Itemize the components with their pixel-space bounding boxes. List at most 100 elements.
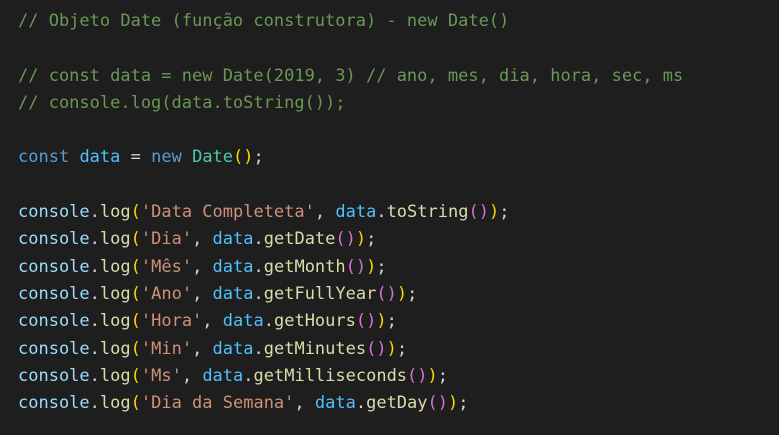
code-token-plain: =: [120, 147, 152, 168]
code-token-plain: .: [263, 311, 274, 332]
code-token-bracket-1: (: [130, 256, 141, 277]
code-token-plain: ;: [376, 256, 387, 277]
code-token-object: console: [18, 338, 90, 359]
code-editor[interactable]: // Objeto Date (função construtora) - ne…: [0, 0, 779, 435]
code-token-bracket-2: (): [335, 229, 356, 250]
code-token-plain: ,: [314, 202, 336, 223]
code-token-variable: data: [212, 338, 254, 359]
code-token-plain: .: [253, 338, 264, 359]
code-token-bracket-2: (): [366, 338, 387, 359]
code-token-function: getHours: [273, 311, 356, 332]
code-token-function: log: [99, 311, 131, 332]
code-line: console.log('Hora', data.getHours());: [18, 308, 779, 335]
code-token-bracket-1: ): [427, 365, 438, 386]
code-token-bracket-2: (): [345, 256, 367, 277]
code-token-variable: data: [212, 229, 254, 250]
code-token-plain: .: [89, 393, 100, 414]
code-token-variable: data: [79, 147, 121, 168]
code-token-plain: .: [253, 256, 264, 277]
code-token-bracket-1: ): [386, 338, 397, 359]
code-line: // const data = new Date(2019, 3) // ano…: [18, 63, 779, 90]
code-token-bracket-2: (): [407, 365, 428, 386]
code-token-object: console: [18, 283, 90, 304]
code-token-keyword: const: [18, 147, 70, 168]
code-token-bracket-1: (: [130, 229, 141, 250]
code-token-plain: .: [89, 311, 100, 332]
code-token-keyword: new: [151, 147, 182, 168]
code-token-plain: .: [89, 283, 100, 304]
code-token-comment: // const data = new Date(2019, 3) // ano…: [18, 65, 684, 86]
code-token-plain: ;: [437, 365, 449, 386]
code-token-function: toString: [386, 202, 469, 223]
code-token-bracket-1: (: [130, 365, 141, 386]
code-token-plain: ,: [181, 365, 203, 386]
code-token-bracket-1: (: [130, 202, 141, 223]
code-token-string: 'Hora': [140, 311, 203, 332]
code-token-bracket-1: ): [488, 202, 500, 223]
code-token-object: console: [18, 311, 90, 332]
code-token-plain: ;: [253, 147, 264, 168]
code-token-plain: ,: [202, 311, 223, 332]
code-token-object: console: [18, 256, 90, 277]
code-token-class: Date: [192, 147, 234, 168]
code-line: console.log('Mês', data.getMonth());: [18, 254, 779, 281]
code-token-function: getFullYear: [263, 283, 377, 304]
code-token-plain: .: [89, 256, 100, 277]
code-token-plain: .: [243, 365, 254, 386]
code-token-function: log: [99, 202, 131, 223]
code-token-object: console: [18, 202, 90, 223]
code-token-function: log: [99, 393, 131, 414]
code-token-plain: ;: [458, 393, 469, 414]
code-token-bracket-1: ): [355, 229, 367, 250]
code-token-variable: data: [212, 283, 254, 304]
code-token-plain: ,: [192, 338, 213, 359]
code-token-object: console: [18, 365, 90, 386]
code-token-bracket-2: (): [468, 202, 489, 223]
code-token-plain: .: [89, 229, 100, 250]
code-token-plain: .: [355, 393, 367, 414]
code-token-variable: data: [212, 256, 254, 277]
code-token-bracket-1: ): [366, 256, 377, 277]
code-token-string: 'Ms': [140, 365, 182, 386]
code-token-variable: data: [222, 311, 264, 332]
code-line: console.log('Data Completeta', data.toSt…: [18, 199, 779, 226]
code-token-variable: data: [335, 202, 377, 223]
code-line: const data = new Date();: [18, 144, 779, 171]
code-token-bracket-1: ): [396, 283, 408, 304]
code-token-plain: ;: [366, 229, 377, 250]
code-token-object: console: [18, 393, 90, 414]
code-line: console.log('Dia da Semana', data.getDay…: [18, 390, 779, 417]
code-token-bracket-1: (): [233, 147, 254, 168]
code-token-function: log: [99, 365, 131, 386]
code-token-function: log: [99, 229, 131, 250]
code-token-bracket-1: (: [130, 393, 141, 414]
code-token-bracket-2: (): [355, 311, 377, 332]
code-line: console.log('Min', data.getMinutes());: [18, 336, 779, 363]
code-token-bracket-2: (): [376, 283, 397, 304]
code-token-object: console: [18, 229, 90, 250]
code-token-function: log: [99, 283, 131, 304]
code-token-bracket-1: (: [130, 283, 141, 304]
code-token-plain: ,: [192, 229, 213, 250]
code-token-plain: ;: [396, 338, 408, 359]
code-token-plain: .: [89, 365, 100, 386]
code-token-plain: ;: [407, 283, 418, 304]
code-token-plain: .: [253, 283, 264, 304]
code-token-plain: ,: [294, 393, 315, 414]
code-token-function: log: [99, 338, 131, 359]
code-token-bracket-1: ): [448, 393, 459, 414]
code-token-string: 'Ano': [140, 283, 193, 304]
code-token-plain: .: [376, 202, 387, 223]
code-token-plain: .: [89, 338, 100, 359]
code-token-function: getDay: [366, 393, 428, 414]
code-line: console.log('Dia', data.getDate());: [18, 226, 779, 253]
code-token-function: getDate: [263, 229, 336, 250]
code-line: // Objeto Date (função construtora) - ne…: [18, 8, 779, 35]
code-token-plain: ,: [192, 283, 213, 304]
code-token-function: log: [99, 256, 131, 277]
